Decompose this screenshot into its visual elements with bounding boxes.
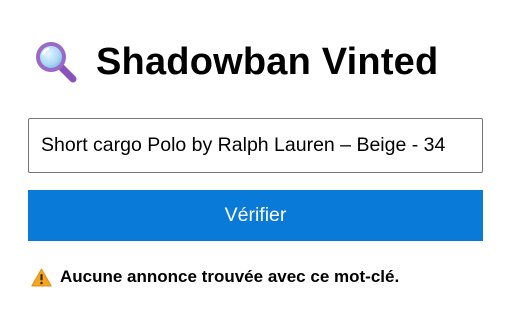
page-title: Shadowban Vinted	[96, 41, 439, 83]
status-message: Aucune annonce trouvée avec ce mot-clé.	[31, 266, 399, 288]
shadowban-checker-panel: Shadowban Vinted Vérifier Aucune annonce…	[0, 0, 512, 320]
status-text: Aucune annonce trouvée avec ce mot-clé.	[60, 267, 400, 286]
magnifying-glass-icon	[34, 40, 78, 84]
keyword-search-input[interactable]	[28, 118, 483, 173]
header: Shadowban Vinted	[34, 38, 438, 86]
warning-icon	[31, 268, 52, 287]
verify-button[interactable]: Vérifier	[28, 190, 483, 241]
